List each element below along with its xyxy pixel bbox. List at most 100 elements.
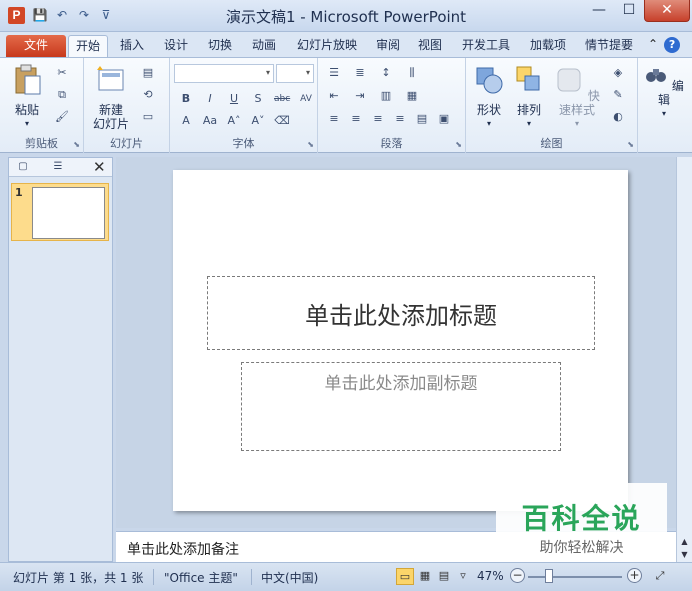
slide-thumbnail-1[interactable]: 1 [11, 183, 109, 241]
distribute-icon[interactable]: ▤ [414, 112, 430, 126]
cut-button[interactable]: ✂ [54, 66, 70, 80]
underline-icon[interactable]: U [226, 92, 242, 106]
format-painter-button[interactable]: 🖌 [54, 110, 70, 124]
shapes-button[interactable]: 形状 ▾ [472, 64, 506, 131]
zoom-slider-track[interactable] [528, 576, 622, 578]
columns-icon[interactable]: ⫼ [404, 66, 420, 80]
justify-icon[interactable]: ≡ [392, 112, 408, 126]
zoom-out-icon[interactable]: − [510, 568, 525, 583]
font-name-combo[interactable]: ▾ [174, 64, 274, 83]
pen-icon: ✎ [613, 88, 623, 101]
slides-group: 新建 幻灯片 ▤ ⟲ ▭ 幻灯片 [84, 58, 170, 153]
font-color-icon[interactable]: A [178, 114, 194, 128]
pane-tabs: ▢ ☰ ✕ [9, 158, 112, 177]
close-button[interactable]: ✕ [644, 0, 690, 22]
bold-icon[interactable]: B [178, 92, 194, 106]
reset-button[interactable]: ⟲ [140, 88, 156, 102]
font-launcher-icon[interactable]: ⬊ [307, 140, 314, 149]
tab-insert[interactable]: 插入 [114, 35, 150, 57]
slide-canvas[interactable]: 单击此处添加标题 单击此处添加副标题 [173, 170, 628, 511]
increase-indent-icon[interactable]: ⇥ [352, 89, 368, 103]
align-left-icon[interactable]: ≡ [326, 112, 342, 126]
scroll-down-icon[interactable]: ▼ [678, 548, 691, 561]
character-spacing-icon[interactable]: AV [298, 92, 314, 106]
vertical-scrollbar[interactable]: ▲ ▼ [676, 157, 692, 562]
copy-icon: ⧉ [58, 88, 66, 101]
title-placeholder[interactable]: 单击此处添加标题 [207, 276, 595, 350]
change-case-icon[interactable]: Aa [202, 114, 218, 128]
theme-status[interactable]: "Office 主题" [164, 569, 238, 586]
clipboard-launcher-icon[interactable]: ⬊ [73, 140, 80, 149]
tab-slideshow[interactable]: 幻灯片放映 [290, 35, 364, 57]
close-pane-icon[interactable]: ✕ [93, 158, 106, 176]
outline-tab-icon[interactable]: ☰ [47, 159, 69, 175]
minimize-button[interactable]: — [584, 0, 614, 22]
shrink-font-icon[interactable]: A˅ [250, 114, 266, 128]
tab-home[interactable]: 开始 [68, 35, 108, 57]
zoom-slider-thumb[interactable] [545, 569, 553, 583]
shape-outline-button[interactable]: ✎ [610, 88, 626, 102]
subtitle-placeholder[interactable]: 单击此处添加副标题 [241, 362, 561, 451]
bullets-icon[interactable]: ☰ [326, 66, 342, 80]
arrange-button[interactable]: 排列 ▾ [512, 64, 546, 131]
tab-view[interactable]: 视图 [412, 35, 448, 57]
zoom-in-icon[interactable]: + [627, 568, 642, 583]
maximize-button[interactable]: ☐ [614, 0, 644, 22]
italic-icon[interactable]: I [202, 92, 218, 106]
strikethrough-icon[interactable]: abc [274, 92, 290, 106]
decrease-indent-icon[interactable]: ⇤ [326, 89, 342, 103]
help-icon[interactable]: ? [664, 37, 681, 53]
tab-addins[interactable]: 加载项 [524, 35, 572, 57]
shape-fill-button[interactable]: ◈ [610, 66, 626, 80]
section-button[interactable]: ▭ [140, 110, 156, 124]
paragraph-row-2: ⇤ ⇥ ▥ ▦ [326, 89, 420, 103]
paste-button[interactable]: 粘贴 ▾ [8, 64, 46, 131]
tab-developer[interactable]: 开发工具 [455, 35, 517, 57]
tab-file[interactable]: 文件 [6, 35, 66, 57]
ribbon-help-area: ⌃ ? [648, 37, 681, 53]
fit-to-window-icon[interactable]: ⤢ [651, 568, 669, 585]
language-status[interactable]: 中文(中国) [261, 569, 318, 586]
clipboard-group: 粘贴 ▾ ✂ ⧉ 🖌 剪贴板 ⬊ [0, 58, 84, 153]
copy-button[interactable]: ⧉ [54, 88, 70, 102]
font-size-combo[interactable]: ▾ [276, 64, 314, 83]
collapse-ribbon-icon[interactable]: ⌃ [648, 37, 658, 53]
slides-tab-icon[interactable]: ▢ [12, 159, 34, 175]
shapes-icon [476, 67, 503, 94]
slide-editing-area: 单击此处添加标题 单击此处添加副标题 [116, 157, 676, 528]
status-divider [251, 569, 252, 585]
grow-font-icon[interactable]: A˄ [226, 114, 242, 128]
paste-dropdown-icon[interactable]: ▾ [8, 117, 46, 131]
smartart-icon[interactable]: ▣ [436, 112, 452, 126]
slideshow-view-icon[interactable]: ▿ [454, 568, 472, 585]
edit-button[interactable]: 编辑 ▾ [644, 64, 684, 121]
paragraph-row-1: ☰ ≣ ↕ ⫼ [326, 66, 420, 80]
shape-effects-button[interactable]: ◐ [610, 110, 626, 124]
align-center-icon[interactable]: ≡ [348, 112, 364, 126]
watermark-title: 百科全说 [521, 502, 642, 535]
tab-design[interactable]: 设计 [158, 35, 194, 57]
tab-review[interactable]: 审阅 [370, 35, 406, 57]
align-right-icon[interactable]: ≡ [370, 112, 386, 126]
scroll-up-icon[interactable]: ▲ [678, 535, 691, 548]
reading-view-icon[interactable]: ▤ [435, 568, 453, 585]
layout-button[interactable]: ▤ [140, 66, 156, 80]
normal-view-icon[interactable]: ▭ [396, 568, 414, 585]
tab-animations[interactable]: 动画 [246, 35, 282, 57]
paragraph-launcher-icon[interactable]: ⬊ [455, 140, 462, 149]
numbering-icon[interactable]: ≣ [352, 66, 368, 80]
new-slide-label-2: 幻灯片 [92, 117, 129, 131]
drawing-launcher-icon[interactable]: ⬊ [627, 140, 634, 149]
zoom-level[interactable]: 47% [477, 569, 504, 583]
align-text-icon[interactable]: ▦ [404, 89, 420, 103]
line-spacing-icon[interactable]: ↕ [378, 66, 394, 80]
new-slide-button[interactable]: 新建 幻灯片 [88, 64, 134, 131]
quick-styles-button[interactable]: 快速样式 ▾ [550, 64, 604, 131]
slide-thumbnail-image [32, 187, 105, 239]
tab-storyboard[interactable]: 情节提要 [578, 35, 640, 57]
slide-sorter-view-icon[interactable]: ▦ [416, 568, 434, 585]
clear-format-icon[interactable]: ⌫ [274, 114, 290, 128]
shadow-icon[interactable]: S [250, 92, 266, 106]
text-direction-icon[interactable]: ▥ [378, 89, 394, 103]
tab-transitions[interactable]: 切换 [202, 35, 238, 57]
